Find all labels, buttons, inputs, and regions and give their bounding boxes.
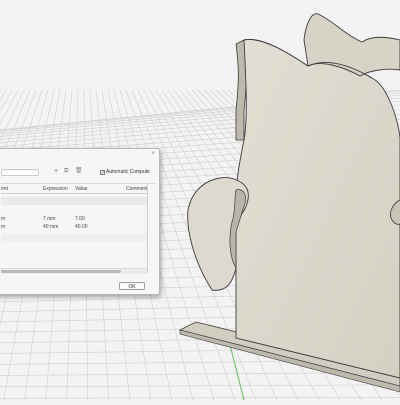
automatic-compute-checkbox[interactable]: ✓	[100, 169, 105, 175]
ok-button[interactable]: OK	[119, 282, 145, 290]
search-input[interactable]	[1, 169, 39, 176]
table-right-border	[147, 184, 148, 273]
scrollbar-thumb[interactable]	[1, 270, 121, 273]
table-row-group-band	[1, 197, 147, 205]
row-name-cell: m	[1, 216, 6, 222]
copy-icon[interactable]: ⧉	[64, 168, 68, 175]
horizontal-scrollbar[interactable]	[1, 268, 147, 274]
row-expression-cell[interactable]: 7 mm	[43, 216, 56, 222]
row-expression-cell[interactable]: 40 mm	[43, 224, 58, 230]
row-value-cell: 40.00	[75, 224, 88, 230]
automatic-compute-label: Automatic Compute	[106, 169, 150, 175]
column-header-name[interactable]: ent	[1, 186, 8, 192]
column-header-expression[interactable]: Expression	[43, 186, 68, 192]
parameters-dialog: × + ⧉ 🗑 ✓ Automatic Compute ent Expressi…	[0, 148, 160, 295]
automatic-compute-toggle[interactable]: ✓ Automatic Compute	[100, 169, 150, 175]
close-icon[interactable]: ×	[151, 151, 155, 157]
row-name-cell: m	[1, 224, 6, 230]
table-row-band	[1, 233, 147, 241]
column-header-value[interactable]: Value	[75, 186, 87, 192]
plus-icon[interactable]: +	[54, 168, 58, 175]
header-divider	[1, 193, 147, 194]
model-cat-body[interactable]	[235, 38, 400, 379]
trash-icon[interactable]: 🗑	[75, 168, 83, 175]
toolbar-divider	[1, 183, 155, 184]
row-value-cell: 7.00	[75, 216, 85, 222]
column-header-comment[interactable]: Comment	[126, 186, 148, 192]
